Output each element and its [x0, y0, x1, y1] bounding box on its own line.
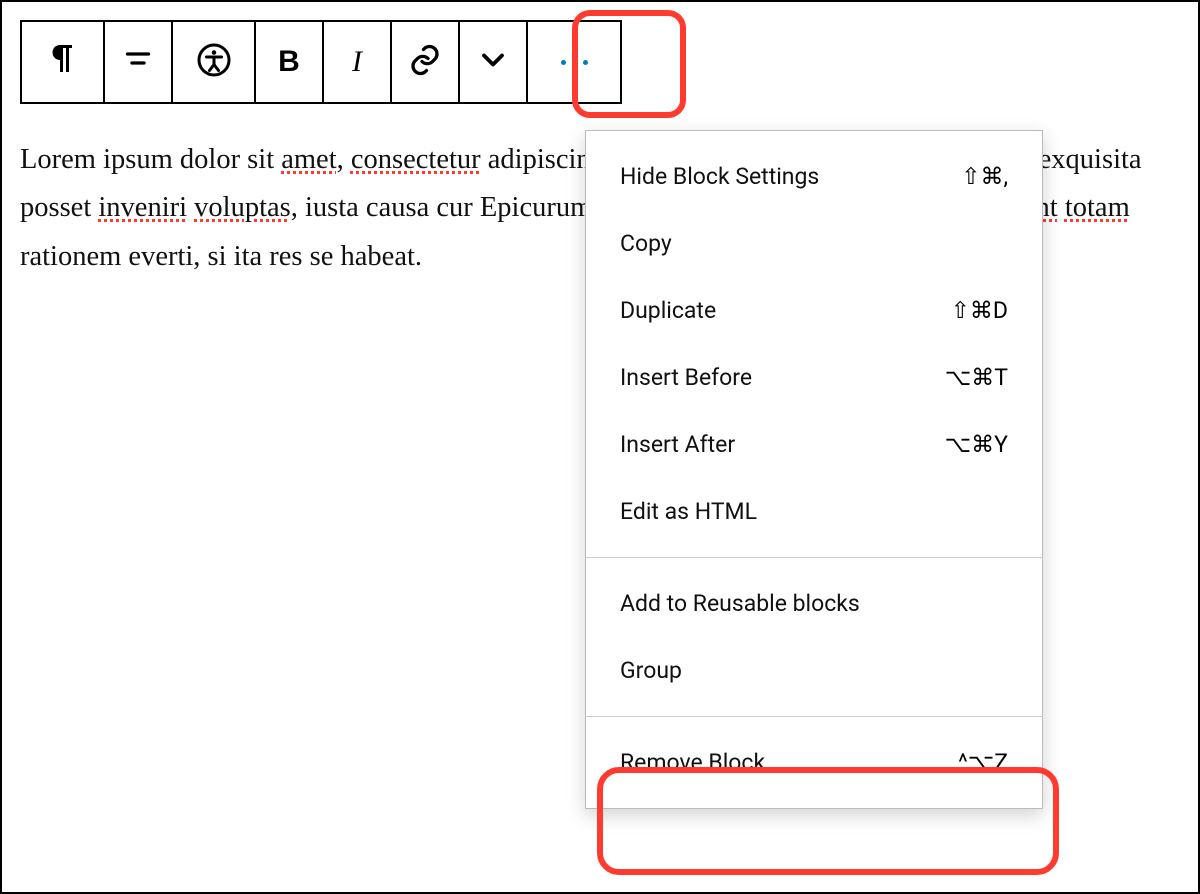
menu-item-shortcut: ⌥⌘T: [945, 364, 1008, 391]
menu-item-label: Duplicate: [620, 297, 716, 324]
menu-item-shortcut: ⌥⌘Y: [945, 431, 1008, 458]
menu-item-label: Insert After: [620, 431, 735, 458]
more-options-button[interactable]: [526, 20, 622, 104]
paragraph-text: [1058, 192, 1065, 223]
menu-item-shortcut: ⇧⌘D: [951, 297, 1008, 324]
spellcheck-error-word: totam: [1065, 192, 1130, 223]
spellcheck-error-word: amet: [281, 144, 336, 175]
italic-icon: I: [352, 45, 362, 79]
menu-item-insert-before[interactable]: Insert Before ⌥⌘T: [586, 344, 1042, 411]
more-options-icon: [561, 60, 588, 65]
menu-item-edit-as-html[interactable]: Edit as HTML: [586, 478, 1042, 545]
menu-item-label: Edit as HTML: [620, 498, 757, 525]
spellcheck-error-word: inveniri: [98, 192, 187, 223]
align-button[interactable]: [103, 20, 173, 104]
link-icon: [407, 42, 443, 82]
menu-item-label: Add to Reusable blocks: [620, 590, 860, 617]
link-button[interactable]: [390, 20, 460, 104]
menu-item-shortcut: ^⌥Z: [958, 749, 1008, 776]
menu-item-copy[interactable]: Copy: [586, 210, 1042, 277]
chevron-down-icon: [475, 42, 511, 82]
paragraph-icon: [45, 42, 81, 82]
accessibility-button[interactable]: [171, 20, 256, 104]
menu-item-label: Insert Before: [620, 364, 752, 391]
menu-item-label: Copy: [620, 230, 672, 257]
menu-item-group[interactable]: Group: [586, 637, 1042, 704]
spellcheck-error-word: consectetur: [351, 144, 481, 175]
menu-item-label: Remove Block: [620, 749, 765, 776]
menu-item-shortcut: ⇧⌘,: [961, 163, 1008, 190]
more-rich-text-button[interactable]: [458, 20, 528, 104]
bold-icon: B: [278, 45, 300, 79]
paragraph-text: ,: [337, 144, 351, 175]
menu-item-duplicate[interactable]: Duplicate ⇧⌘D: [586, 277, 1042, 344]
menu-item-add-to-reusable-blocks[interactable]: Add to Reusable blocks: [586, 570, 1042, 637]
italic-button[interactable]: I: [322, 20, 392, 104]
menu-item-label: Hide Block Settings: [620, 163, 819, 190]
block-toolbar: B I: [20, 20, 622, 104]
menu-item-insert-after[interactable]: Insert After ⌥⌘Y: [586, 411, 1042, 478]
paragraph-text: Lorem ipsum dolor sit: [20, 144, 281, 175]
paragraph-text: rationem everti, si ita res se habeat.: [20, 241, 422, 272]
menu-item-remove-block[interactable]: Remove Block ^⌥Z: [586, 729, 1042, 796]
bold-button[interactable]: B: [254, 20, 324, 104]
spellcheck-error-word: voluptas: [194, 192, 291, 223]
paragraph-button[interactable]: [20, 20, 105, 104]
menu-item-hide-block-settings[interactable]: Hide Block Settings ⇧⌘,: [586, 143, 1042, 210]
align-icon: [120, 42, 156, 82]
block-options-menu: Hide Block Settings ⇧⌘, Copy Duplicate ⇧⌘D In…: [585, 130, 1043, 809]
accessibility-icon: [196, 42, 232, 82]
menu-item-label: Group: [620, 657, 682, 684]
